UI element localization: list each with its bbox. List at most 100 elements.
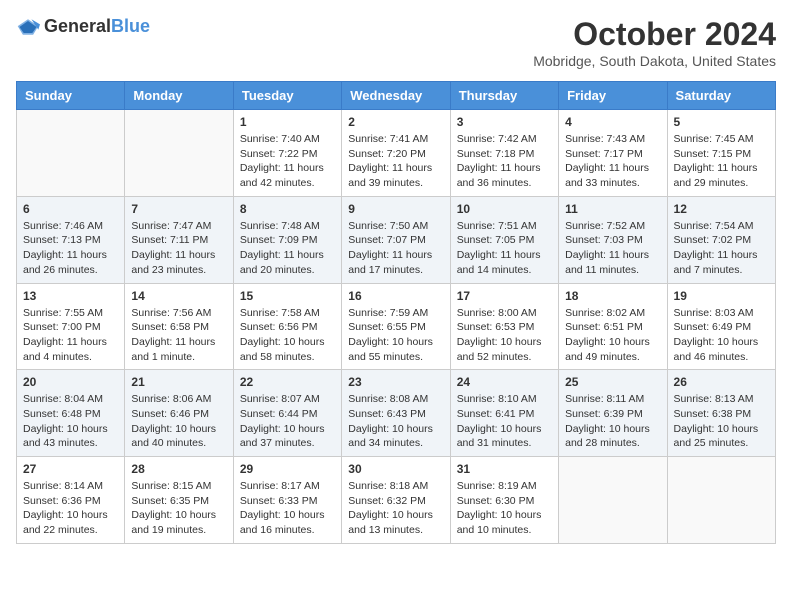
- day-info: Sunrise: 8:17 AMSunset: 6:33 PMDaylight:…: [240, 479, 335, 538]
- column-header-saturday: Saturday: [667, 82, 775, 110]
- day-number: 25: [565, 375, 660, 389]
- calendar-cell: 5 Sunrise: 7:45 AMSunset: 7:15 PMDaylight…: [667, 110, 775, 197]
- calendar-cell: [559, 457, 667, 544]
- day-number: 28: [131, 462, 226, 476]
- calendar-cell: 3 Sunrise: 7:42 AMSunset: 7:18 PMDaylight…: [450, 110, 558, 197]
- calendar-week-3: 13 Sunrise: 7:55 AMSunset: 7:00 PMDayligh…: [17, 283, 776, 370]
- column-header-thursday: Thursday: [450, 82, 558, 110]
- day-info: Sunrise: 7:59 AMSunset: 6:55 PMDaylight:…: [348, 306, 443, 365]
- day-number: 31: [457, 462, 552, 476]
- calendar-week-1: 1 Sunrise: 7:40 AMSunset: 7:22 PMDaylight…: [17, 110, 776, 197]
- day-info: Sunrise: 7:54 AMSunset: 7:02 PMDaylight:…: [674, 219, 769, 278]
- calendar-cell: [17, 110, 125, 197]
- title-block: October 2024 Mobridge, South Dakota, Uni…: [533, 16, 776, 69]
- day-info: Sunrise: 8:18 AMSunset: 6:32 PMDaylight:…: [348, 479, 443, 538]
- day-number: 8: [240, 202, 335, 216]
- day-number: 11: [565, 202, 660, 216]
- page-header: GeneralBlue October 2024 Mobridge, South…: [16, 16, 776, 69]
- calendar-cell: 13 Sunrise: 7:55 AMSunset: 7:00 PMDayligh…: [17, 283, 125, 370]
- day-info: Sunrise: 8:19 AMSunset: 6:30 PMDaylight:…: [457, 479, 552, 538]
- day-number: 14: [131, 289, 226, 303]
- calendar-cell: 29 Sunrise: 8:17 AMSunset: 6:33 PMDayligh…: [233, 457, 341, 544]
- calendar-cell: 28 Sunrise: 8:15 AMSunset: 6:35 PMDayligh…: [125, 457, 233, 544]
- day-info: Sunrise: 7:40 AMSunset: 7:22 PMDaylight:…: [240, 132, 335, 191]
- calendar-cell: 1 Sunrise: 7:40 AMSunset: 7:22 PMDaylight…: [233, 110, 341, 197]
- calendar-cell: 4Sunrise: 7:43 AMSunset: 7:17 PMDaylight…: [559, 110, 667, 197]
- day-info: Sunrise: 7:42 AMSunset: 7:18 PMDaylight:…: [457, 132, 552, 191]
- day-number: 10: [457, 202, 552, 216]
- day-info: Sunrise: 8:14 AMSunset: 6:36 PMDaylight:…: [23, 479, 118, 538]
- day-info: Sunrise: 8:06 AMSunset: 6:46 PMDaylight:…: [131, 392, 226, 451]
- day-number: 7: [131, 202, 226, 216]
- calendar-cell: 2Sunrise: 7:41 AMSunset: 7:20 PMDaylight…: [342, 110, 450, 197]
- calendar-cell: 24 Sunrise: 8:10 AMSunset: 6:41 PMDayligh…: [450, 370, 558, 457]
- calendar-cell: 31 Sunrise: 8:19 AMSunset: 6:30 PMDayligh…: [450, 457, 558, 544]
- main-title: October 2024: [533, 16, 776, 53]
- day-info: Sunrise: 7:48 AMSunset: 7:09 PMDaylight:…: [240, 219, 335, 278]
- column-header-sunday: Sunday: [17, 82, 125, 110]
- calendar-cell: [125, 110, 233, 197]
- calendar-cell: 16Sunrise: 7:59 AMSunset: 6:55 PMDayligh…: [342, 283, 450, 370]
- calendar-cell: 9Sunrise: 7:50 AMSunset: 7:07 PMDaylight…: [342, 196, 450, 283]
- day-number: 17: [457, 289, 552, 303]
- calendar-cell: 14 Sunrise: 7:56 AMSunset: 6:58 PMDayligh…: [125, 283, 233, 370]
- day-number: 26: [674, 375, 769, 389]
- calendar-cell: 23Sunrise: 8:08 AMSunset: 6:43 PMDayligh…: [342, 370, 450, 457]
- day-info: Sunrise: 8:02 AMSunset: 6:51 PMDaylight:…: [565, 306, 660, 365]
- calendar-cell: 17Sunrise: 8:00 AMSunset: 6:53 PMDayligh…: [450, 283, 558, 370]
- day-info: Sunrise: 8:15 AMSunset: 6:35 PMDaylight:…: [131, 479, 226, 538]
- calendar-cell: 12 Sunrise: 7:54 AMSunset: 7:02 PMDayligh…: [667, 196, 775, 283]
- day-info: Sunrise: 8:11 AMSunset: 6:39 PMDaylight:…: [565, 392, 660, 451]
- day-number: 30: [348, 462, 443, 476]
- calendar-cell: 10 Sunrise: 7:51 AMSunset: 7:05 PMDayligh…: [450, 196, 558, 283]
- calendar-cell: 27 Sunrise: 8:14 AMSunset: 6:36 PMDayligh…: [17, 457, 125, 544]
- day-info: Sunrise: 7:47 AMSunset: 7:11 PMDaylight:…: [131, 219, 226, 278]
- day-number: 15: [240, 289, 335, 303]
- day-number: 21: [131, 375, 226, 389]
- logo-blue: Blue: [111, 16, 150, 36]
- logo: GeneralBlue: [16, 16, 150, 37]
- calendar-cell: 11 Sunrise: 7:52 AMSunset: 7:03 PMDayligh…: [559, 196, 667, 283]
- calendar-cell: 22 Sunrise: 8:07 AMSunset: 6:44 PMDayligh…: [233, 370, 341, 457]
- calendar-week-4: 20Sunrise: 8:04 AMSunset: 6:48 PMDayligh…: [17, 370, 776, 457]
- logo-text: GeneralBlue: [44, 16, 150, 37]
- day-number: 24: [457, 375, 552, 389]
- logo-icon: [16, 17, 40, 37]
- column-header-monday: Monday: [125, 82, 233, 110]
- calendar-week-2: 6 Sunrise: 7:46 AMSunset: 7:13 PMDaylight…: [17, 196, 776, 283]
- calendar-cell: 30 Sunrise: 8:18 AMSunset: 6:32 PMDayligh…: [342, 457, 450, 544]
- day-number: 1: [240, 115, 335, 129]
- day-info: Sunrise: 7:51 AMSunset: 7:05 PMDaylight:…: [457, 219, 552, 278]
- day-info: Sunrise: 7:55 AMSunset: 7:00 PMDaylight:…: [23, 306, 118, 365]
- day-number: 23: [348, 375, 443, 389]
- day-number: 27: [23, 462, 118, 476]
- day-number: 3: [457, 115, 552, 129]
- calendar-cell: 18Sunrise: 8:02 AMSunset: 6:51 PMDayligh…: [559, 283, 667, 370]
- day-info: Sunrise: 7:45 AMSunset: 7:15 PMDaylight:…: [674, 132, 769, 191]
- day-info: Sunrise: 7:56 AMSunset: 6:58 PMDaylight:…: [131, 306, 226, 365]
- day-number: 5: [674, 115, 769, 129]
- day-info: Sunrise: 7:50 AMSunset: 7:07 PMDaylight:…: [348, 219, 443, 278]
- calendar-header-row: SundayMondayTuesdayWednesdayThursdayFrid…: [17, 82, 776, 110]
- day-number: 12: [674, 202, 769, 216]
- day-info: Sunrise: 7:58 AMSunset: 6:56 PMDaylight:…: [240, 306, 335, 365]
- day-number: 19: [674, 289, 769, 303]
- day-info: Sunrise: 7:41 AMSunset: 7:20 PMDaylight:…: [348, 132, 443, 191]
- day-info: Sunrise: 7:46 AMSunset: 7:13 PMDaylight:…: [23, 219, 118, 278]
- day-info: Sunrise: 8:07 AMSunset: 6:44 PMDaylight:…: [240, 392, 335, 451]
- day-info: Sunrise: 8:10 AMSunset: 6:41 PMDaylight:…: [457, 392, 552, 451]
- column-header-friday: Friday: [559, 82, 667, 110]
- calendar-table: SundayMondayTuesdayWednesdayThursdayFrid…: [16, 81, 776, 544]
- column-header-tuesday: Tuesday: [233, 82, 341, 110]
- calendar-cell: 26Sunrise: 8:13 AMSunset: 6:38 PMDayligh…: [667, 370, 775, 457]
- day-info: Sunrise: 7:52 AMSunset: 7:03 PMDaylight:…: [565, 219, 660, 278]
- subtitle: Mobridge, South Dakota, United States: [533, 53, 776, 69]
- day-number: 6: [23, 202, 118, 216]
- logo-general: General: [44, 16, 111, 36]
- day-number: 13: [23, 289, 118, 303]
- day-number: 29: [240, 462, 335, 476]
- day-info: Sunrise: 8:03 AMSunset: 6:49 PMDaylight:…: [674, 306, 769, 365]
- calendar-week-5: 27 Sunrise: 8:14 AMSunset: 6:36 PMDayligh…: [17, 457, 776, 544]
- day-number: 22: [240, 375, 335, 389]
- calendar-cell: 20Sunrise: 8:04 AMSunset: 6:48 PMDayligh…: [17, 370, 125, 457]
